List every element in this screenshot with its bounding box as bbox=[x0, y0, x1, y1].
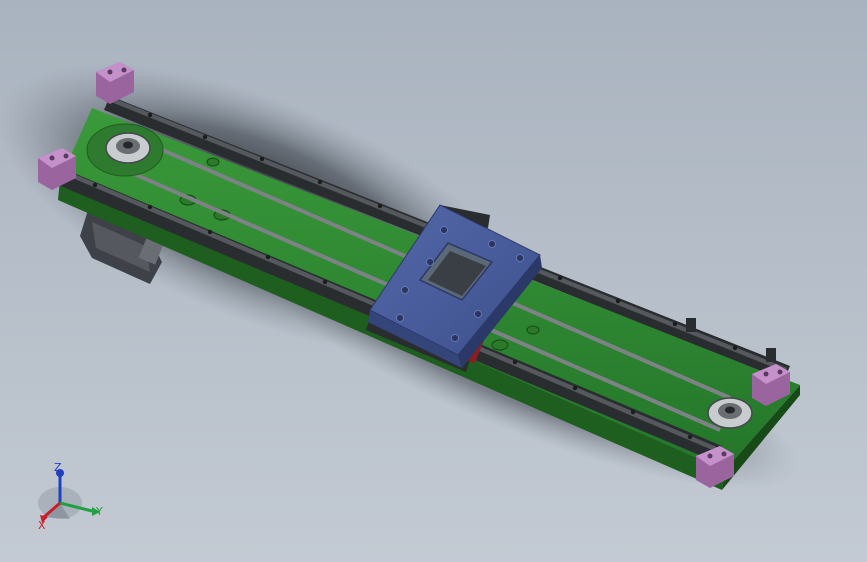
y-axis-label: Y bbox=[95, 505, 103, 518]
x-axis-label: X bbox=[38, 519, 46, 532]
drive-pulley[interactable] bbox=[86, 123, 164, 177]
idler-pulley[interactable] bbox=[707, 397, 753, 429]
z-axis-label: Z bbox=[54, 461, 62, 474]
cad-viewport[interactable] bbox=[0, 0, 867, 562]
reference-triad: Z Y X bbox=[38, 461, 103, 532]
